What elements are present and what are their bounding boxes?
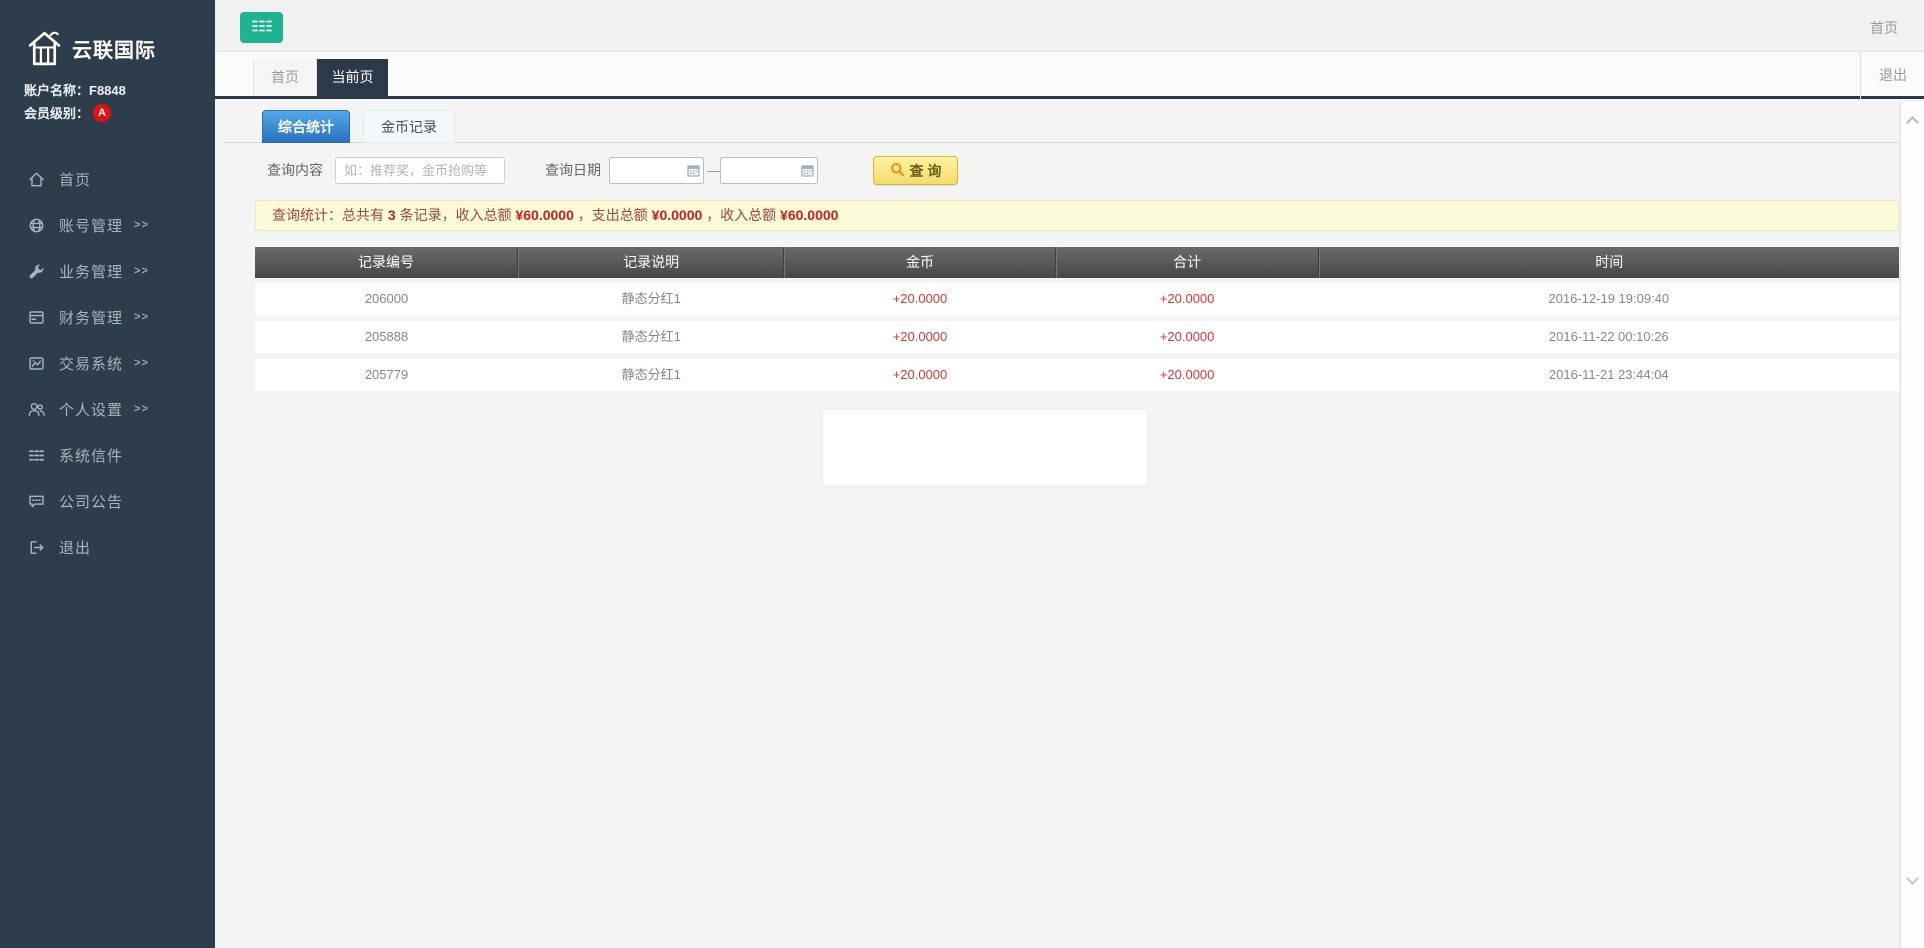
scroll-up-icon[interactable] — [1906, 116, 1919, 129]
logo-text: 云联国际 — [72, 34, 156, 63]
member-level: 会员级别： A — [24, 103, 111, 122]
logo-house-icon — [26, 28, 63, 69]
cell-coin: +20.0000 — [784, 283, 1055, 315]
sidebar-item-profile[interactable]: 个人设置 >> — [0, 386, 215, 432]
records-table: 记录编号 记录说明 金币 合计 时间 206000 静态分红1 +20.0000… — [255, 247, 1899, 397]
income-total: ¥60.0000 — [515, 207, 573, 223]
tab-summary-statistics[interactable]: 综合统计 — [262, 110, 350, 143]
expense-total: ¥0.0000 — [652, 207, 703, 223]
sidebar: 云联国际 账户名称：F8848 会员级别： A 首页 账号管理 >> — [0, 0, 215, 948]
search-input[interactable] — [335, 157, 505, 184]
date-range-separator: — — [707, 157, 721, 184]
cell-total: +20.0000 — [1056, 283, 1319, 315]
sidebar-toggle-button[interactable] — [240, 12, 283, 43]
column-header-time: 时间 — [1319, 247, 1899, 278]
scrollbar[interactable] — [1900, 102, 1924, 948]
grid-menu-icon — [251, 19, 273, 36]
calendar-icon[interactable] — [687, 164, 700, 182]
sidebar-item-trading[interactable]: 交易系统 >> — [0, 340, 215, 386]
cell-time: 2016-11-21 23:44:04 — [1319, 359, 1899, 391]
cell-description: 静态分红1 — [518, 359, 784, 391]
sidebar-item-home[interactable]: 首页 — [0, 156, 215, 202]
tab-bar-divider — [1860, 52, 1861, 99]
logo: 云联国际 — [26, 28, 156, 69]
date-to-field — [720, 157, 818, 184]
cell-time: 2016-12-19 19:09:40 — [1319, 283, 1899, 315]
list-icon — [26, 445, 46, 465]
topbar: 首页 — [215, 0, 1924, 52]
announcement-icon — [26, 491, 46, 511]
calendar-icon[interactable] — [801, 164, 814, 182]
column-header-total: 合计 — [1056, 247, 1319, 278]
users-icon — [26, 399, 46, 419]
tab-current-page[interactable]: 当前页 — [317, 59, 388, 96]
sidebar-item-announcements[interactable]: 公司公告 — [0, 478, 215, 524]
record-count: 3 — [388, 207, 396, 223]
search-content-label: 查询内容 — [267, 157, 323, 184]
cell-record-id: 205888 — [255, 321, 518, 353]
level-badge: A — [93, 104, 111, 122]
chart-icon — [26, 353, 46, 373]
table-row: 205888 静态分红1 +20.0000 +20.0000 2016-11-2… — [255, 321, 1899, 353]
sidebar-item-logout[interactable]: 退出 — [0, 524, 215, 570]
table-row: 206000 静态分红1 +20.0000 +20.0000 2016-12-1… — [255, 283, 1899, 315]
wrench-icon — [26, 261, 46, 281]
search-date-label: 查询日期 — [545, 157, 601, 184]
globe-icon — [26, 215, 46, 235]
cell-description: 静态分红1 — [518, 321, 784, 353]
cell-coin: +20.0000 — [784, 359, 1055, 391]
tab-baseline — [223, 142, 1899, 143]
main-content: 综合统计 金币记录 查询内容 查询日期 — 查 询 查询统计：总 — [215, 102, 1900, 948]
cell-total: +20.0000 — [1056, 359, 1319, 391]
cell-record-id: 206000 — [255, 283, 518, 315]
date-from-field — [609, 157, 704, 184]
account-name: 账户名称：F8848 — [24, 80, 126, 99]
logout-link[interactable]: 退出 — [1879, 52, 1907, 99]
topbar-home-link[interactable]: 首页 — [1870, 18, 1898, 38]
column-header-description: 记录说明 — [518, 247, 784, 278]
sidebar-item-business[interactable]: 业务管理 >> — [0, 248, 215, 294]
sidebar-item-messages[interactable]: 系统信件 — [0, 432, 215, 478]
sidebar-menu: 首页 账号管理 >> 业务管理 >> — [0, 156, 215, 570]
logout-icon — [26, 537, 46, 557]
table-header-row: 记录编号 记录说明 金币 合计 时间 — [255, 247, 1899, 278]
income-total-2: ¥60.0000 — [780, 207, 838, 223]
cell-coin: +20.0000 — [784, 321, 1055, 353]
cell-record-id: 205779 — [255, 359, 518, 391]
page-tab-bar: 首页 当前页 退出 — [215, 52, 1924, 99]
column-header-coin: 金币 — [784, 247, 1055, 278]
cell-description: 静态分红1 — [518, 283, 784, 315]
home-icon — [26, 169, 46, 189]
sidebar-item-finance[interactable]: 财务管理 >> — [0, 294, 215, 340]
tab-coin-records[interactable]: 金币记录 — [363, 110, 455, 143]
search-button[interactable]: 查 询 — [873, 156, 958, 185]
window-icon — [26, 307, 46, 327]
scroll-down-icon[interactable] — [1906, 872, 1919, 885]
column-header-record-id: 记录编号 — [255, 247, 518, 278]
magnifier-icon — [890, 162, 910, 180]
sidebar-item-accounts[interactable]: 账号管理 >> — [0, 202, 215, 248]
table-row: 205779 静态分红1 +20.0000 +20.0000 2016-11-2… — [255, 359, 1899, 391]
cell-total: +20.0000 — [1056, 321, 1319, 353]
cell-time: 2016-11-22 00:10:26 — [1319, 321, 1899, 353]
query-statistics-bar: 查询统计：总共有 3 条记录，收入总额 ¥60.0000 ，支出总额 ¥0.00… — [255, 200, 1899, 231]
tab-home[interactable]: 首页 — [253, 59, 317, 96]
empty-panel — [823, 410, 1147, 485]
